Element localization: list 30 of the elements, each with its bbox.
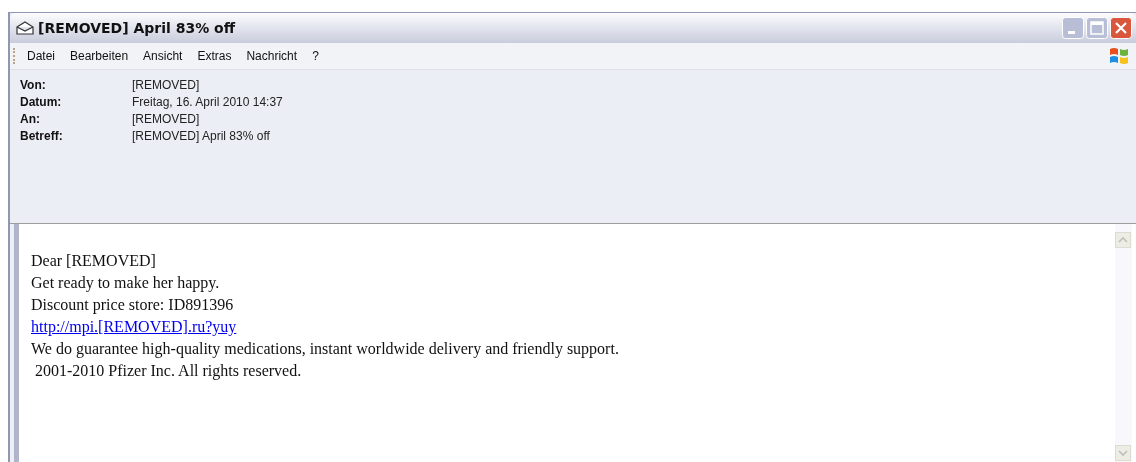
message-line: Get ready to make her happy. — [31, 274, 220, 291]
maximize-button[interactable] — [1086, 17, 1108, 39]
header-label: Betreff: — [20, 129, 64, 143]
close-button[interactable] — [1110, 17, 1132, 39]
header-value: [REMOVED] — [132, 78, 201, 92]
scrollbar[interactable] — [1115, 224, 1132, 462]
window-title: [REMOVED] April 83% off — [38, 20, 237, 36]
envelope-icon — [16, 21, 34, 35]
minimize-button[interactable] — [1062, 17, 1084, 39]
menu-item[interactable]: ? — [312, 49, 319, 63]
toolbar-grip — [13, 48, 17, 64]
menu-item[interactable]: Nachricht — [246, 49, 298, 63]
header-label: An: — [20, 112, 41, 126]
header-value: [REMOVED] April 83% off — [132, 129, 271, 143]
scroll-down-icon[interactable] — [1115, 445, 1131, 461]
message-line: Discount price store: ID891396 — [31, 296, 234, 313]
header-label: Von: — [20, 78, 47, 92]
message-line: 2001-2010 Pfizer Inc. All rights reserved. — [34, 362, 302, 379]
menu-item[interactable]: Ansicht — [143, 49, 183, 63]
link[interactable]: http://mpi.[REMOVED].ru?yuy — [31, 318, 237, 335]
menu-item[interactable]: Datei — [27, 49, 55, 63]
scroll-up-icon[interactable] — [1115, 232, 1131, 248]
header-value: [REMOVED] — [132, 112, 201, 126]
message-line: Dear [REMOVED] — [31, 252, 156, 269]
menu-item[interactable]: Extras — [197, 49, 232, 63]
windows-flag-icon — [1108, 45, 1130, 67]
menu-item[interactable]: Bearbeiten — [70, 49, 129, 63]
header-value: Freitag, 16. April 2010 14:37 — [132, 95, 284, 109]
message-line: We do guarantee high-quality medications, instant worldwide delivery and friendly support. — [31, 340, 619, 357]
header-label: Datum: — [20, 95, 63, 109]
